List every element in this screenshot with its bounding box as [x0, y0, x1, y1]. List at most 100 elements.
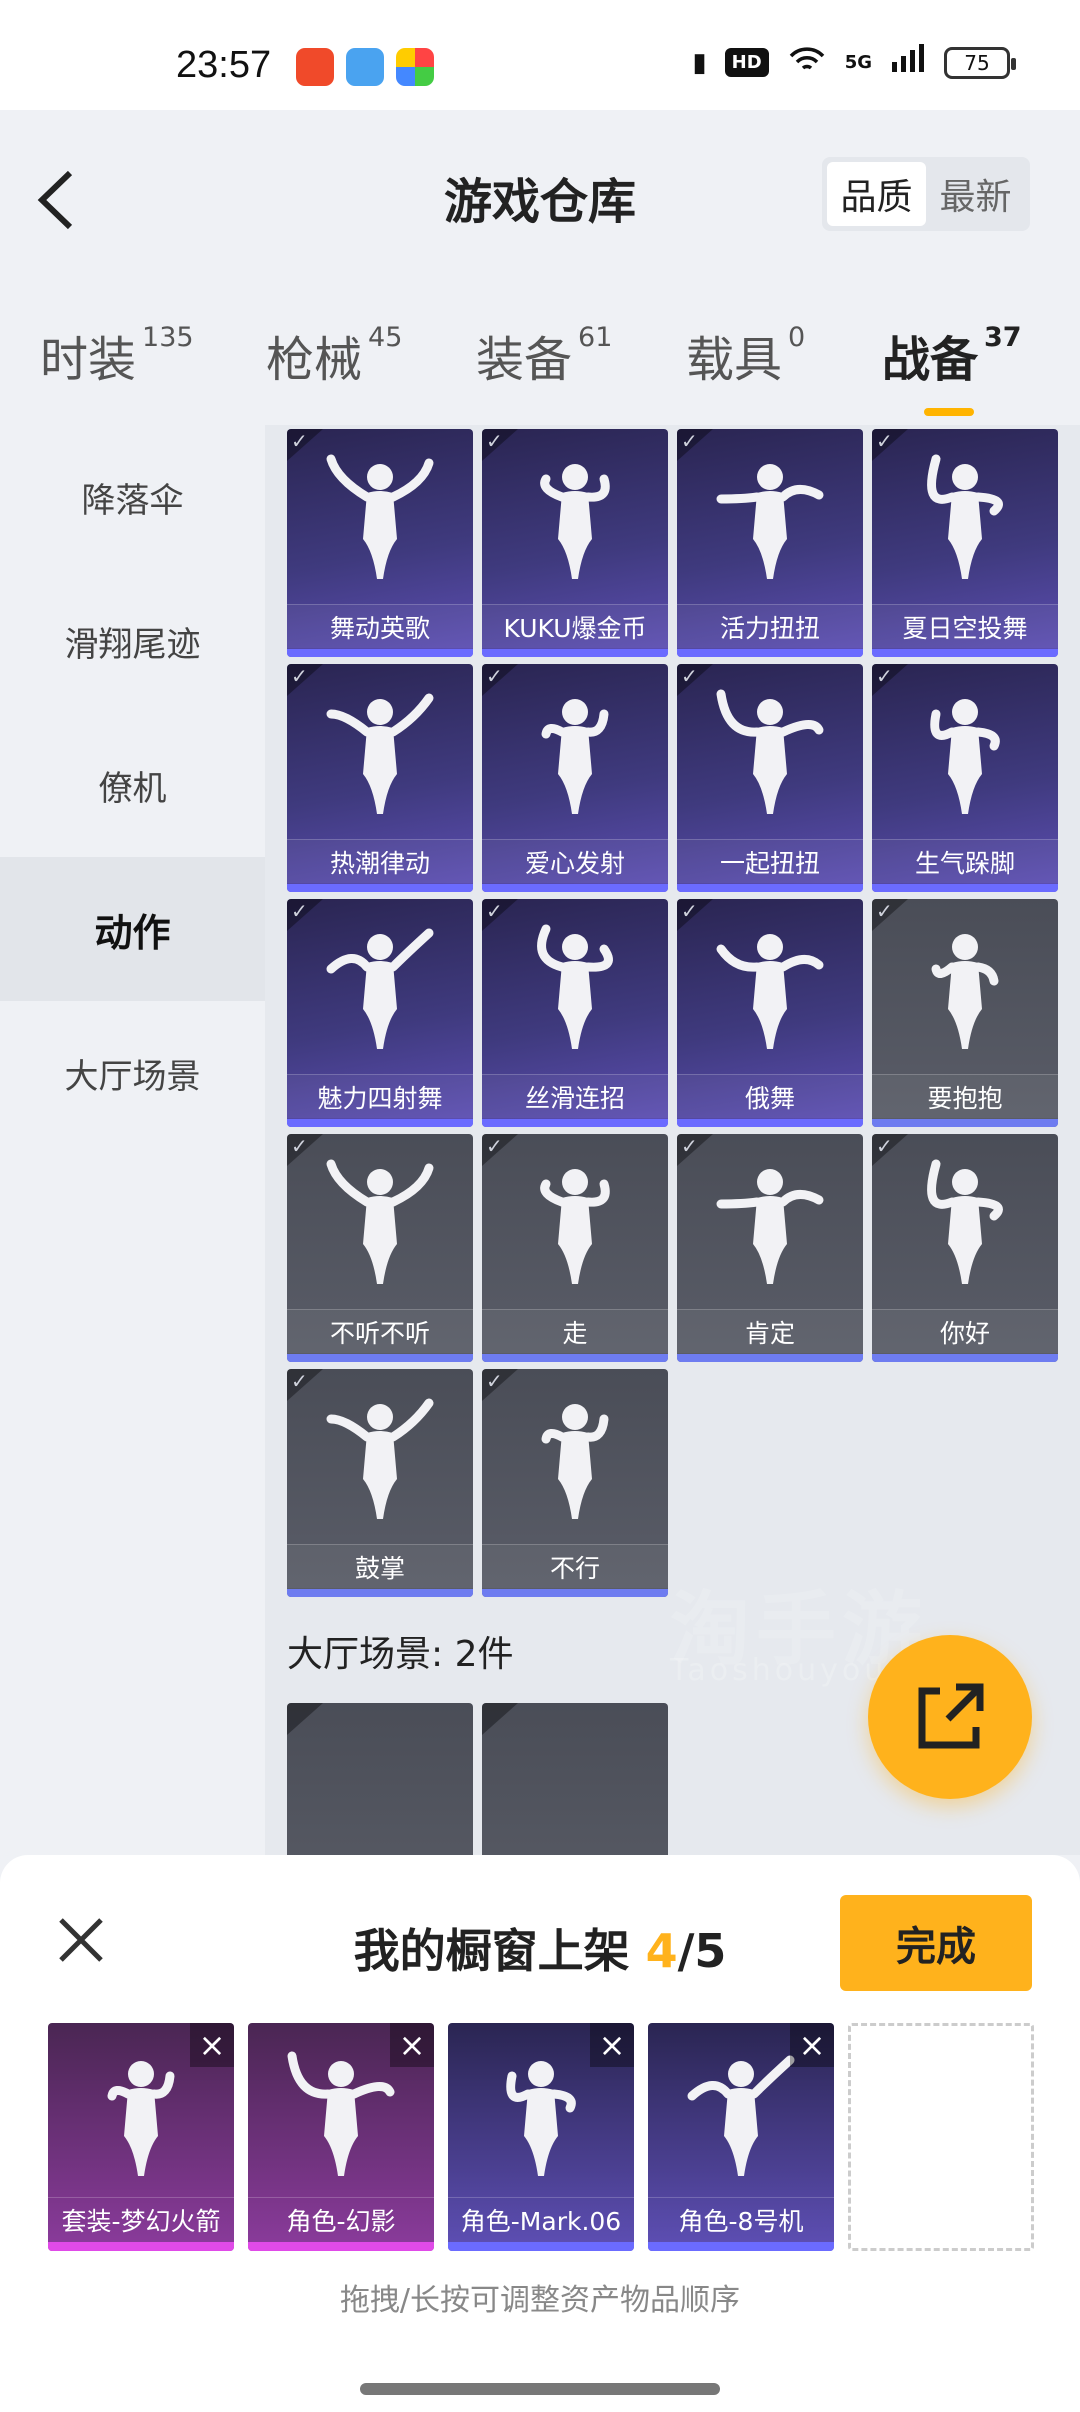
emote-card[interactable]: 爱心发射	[482, 664, 668, 892]
sidebar-item-lobby-scene[interactable]: 大厅场景	[0, 1001, 265, 1145]
emote-figure-icon	[541, 1404, 609, 1519]
tab-vehicles[interactable]: 载具 0	[686, 320, 805, 390]
emote-figure-icon	[931, 934, 999, 1049]
emote-card[interactable]: 丝滑连招	[482, 899, 668, 1127]
tab-equipment[interactable]: 装备 61	[476, 320, 612, 390]
rarity-bar	[287, 1589, 473, 1597]
showcase-count: 4	[645, 1924, 678, 1978]
video-app-icon	[296, 48, 334, 86]
battery-icon: 75	[944, 46, 1016, 79]
rarity-bar	[872, 1119, 1058, 1127]
emote-figure-icon	[716, 689, 824, 814]
external-link-icon	[918, 1683, 984, 1749]
showcase-slot[interactable]: × 角色-Mark.06	[448, 2023, 634, 2251]
category-tabs: 时装 135 枪械 45 装备 61 载具 0 战备 37	[0, 300, 1080, 416]
lobby-scene-card[interactable]	[287, 1703, 473, 1855]
sidebar: 降落伞 滑翔尾迹 僚机 动作 大厅场景	[0, 425, 265, 1855]
emote-card-label: 丝滑连招	[482, 1074, 668, 1118]
rarity-bar	[872, 649, 1058, 657]
lobby-scene-card[interactable]	[482, 1703, 668, 1855]
showcase-panel: 我的橱窗上架 4/5 完成 × 套装-梦幻火箭 × 角色-幻影 × 角色-Mark.06 ×…	[0, 1855, 1080, 2412]
emote-card[interactable]: KUKU爆金币	[482, 429, 668, 657]
emote-card[interactable]: 舞动英歌	[287, 429, 473, 657]
rarity-bar	[677, 649, 863, 657]
emote-card-label: 生气跺脚	[872, 839, 1058, 883]
emote-card[interactable]: 不听不听	[287, 1134, 473, 1362]
remove-slot-icon[interactable]: ×	[190, 2023, 234, 2067]
emote-figure-icon	[540, 464, 610, 579]
done-button[interactable]: 完成	[840, 1895, 1032, 1991]
emote-card-label: 不行	[482, 1544, 668, 1588]
sort-newest[interactable]: 最新	[926, 162, 1025, 226]
emote-figure-icon	[326, 1159, 434, 1284]
showcase-slot[interactable]: × 角色-8号机	[648, 2023, 834, 2251]
emote-figure-icon	[930, 699, 1000, 814]
rarity-bar	[287, 649, 473, 657]
emote-card[interactable]: 一起扭扭	[677, 664, 863, 892]
emote-card-label: 魅力四射舞	[287, 1074, 473, 1118]
sidebar-item-glide-trail[interactable]: 滑翔尾迹	[0, 569, 265, 713]
emote-card[interactable]: 不行	[482, 1369, 668, 1597]
rarity-bar	[482, 1589, 668, 1597]
sort-toggle: 品质 最新	[822, 157, 1030, 231]
showcase-slot-empty[interactable]	[848, 2023, 1034, 2251]
emote-card-label: 你好	[872, 1309, 1058, 1353]
tab-battle-prep[interactable]: 战备 37	[882, 320, 1022, 416]
emote-card[interactable]: 你好	[872, 1134, 1058, 1362]
status-bar: 23:57 ▮ HD 5G 75	[0, 0, 1080, 110]
tab-guns[interactable]: 枪械 45	[266, 320, 402, 390]
emote-figure-icon	[326, 454, 434, 579]
home-indicator[interactable]	[360, 2383, 720, 2395]
emote-card[interactable]: 肯定	[677, 1134, 863, 1362]
rarity-bar	[287, 884, 473, 892]
vibrate-icon: ▮	[692, 47, 707, 78]
emote-card[interactable]: 热潮律动	[287, 664, 473, 892]
emote-figure-icon	[326, 693, 434, 814]
reorder-hint: 拖拽/长按可调整资产物品顺序	[339, 2283, 741, 2318]
emote-figure-icon	[927, 1159, 1003, 1284]
rarity-bar	[677, 1119, 863, 1127]
emote-card[interactable]: 俄舞	[677, 899, 863, 1127]
emote-card[interactable]: 要抱抱	[872, 899, 1058, 1127]
rarity-bar	[287, 1119, 473, 1127]
rarity-bar	[872, 884, 1058, 892]
rarity-bar	[482, 884, 668, 892]
showcase-slot-label: 套装-梦幻火箭	[48, 2197, 234, 2241]
emote-card-list: 舞动英歌KUKU爆金币活力扭扭夏日空投舞热潮律动爱心发射一起扭扭生气跺脚魅力四射…	[287, 429, 1067, 1597]
showcase-slot[interactable]: × 套装-梦幻火箭	[48, 2023, 234, 2251]
emote-figure-icon	[716, 1169, 824, 1284]
remove-slot-icon[interactable]: ×	[790, 2023, 834, 2067]
showcase-slot[interactable]: × 角色-幻影	[248, 2023, 434, 2251]
section-lobby-scene-label: 大厅场景: 2件	[287, 1634, 514, 1675]
emote-card[interactable]: 鼓掌	[287, 1369, 473, 1597]
sort-quality[interactable]: 品质	[827, 162, 926, 226]
emote-card-label: 活力扭扭	[677, 604, 863, 648]
emote-card[interactable]: 魅力四射舞	[287, 899, 473, 1127]
emote-card-label: 要抱抱	[872, 1074, 1058, 1118]
emote-card[interactable]: 生气跺脚	[872, 664, 1058, 892]
weather-app-icon	[346, 48, 384, 86]
wifi-icon	[787, 44, 827, 81]
hd-badge: HD	[724, 48, 769, 77]
remove-slot-icon[interactable]: ×	[590, 2023, 634, 2067]
rarity-bar	[677, 1354, 863, 1362]
tab-fashion[interactable]: 时装 135	[40, 320, 194, 390]
sidebar-item-wingman[interactable]: 僚机	[0, 713, 265, 857]
emote-figure-icon	[716, 934, 824, 1049]
sidebar-item-emotes[interactable]: 动作	[0, 857, 265, 1001]
showcase-slot-label: 角色-8号机	[648, 2197, 834, 2241]
emote-figure-icon	[540, 1169, 610, 1284]
showcase-slots: × 套装-梦幻火箭 × 角色-幻影 × 角色-Mark.06 × 角色-8号机	[48, 2023, 1034, 2251]
check-icon	[287, 1703, 323, 1735]
showcase-slot-label: 角色-幻影	[248, 2197, 434, 2241]
signal-icon	[890, 44, 926, 81]
remove-slot-icon[interactable]: ×	[390, 2023, 434, 2067]
share-fab-button[interactable]	[868, 1635, 1032, 1799]
emote-card[interactable]: 走	[482, 1134, 668, 1362]
emote-figure-icon	[537, 924, 613, 1049]
emote-card-label: 不听不听	[287, 1309, 473, 1353]
emote-figure-icon	[326, 1398, 434, 1519]
emote-card[interactable]: 夏日空投舞	[872, 429, 1058, 657]
emote-card[interactable]: 活力扭扭	[677, 429, 863, 657]
sidebar-item-parachute[interactable]: 降落伞	[0, 425, 265, 569]
